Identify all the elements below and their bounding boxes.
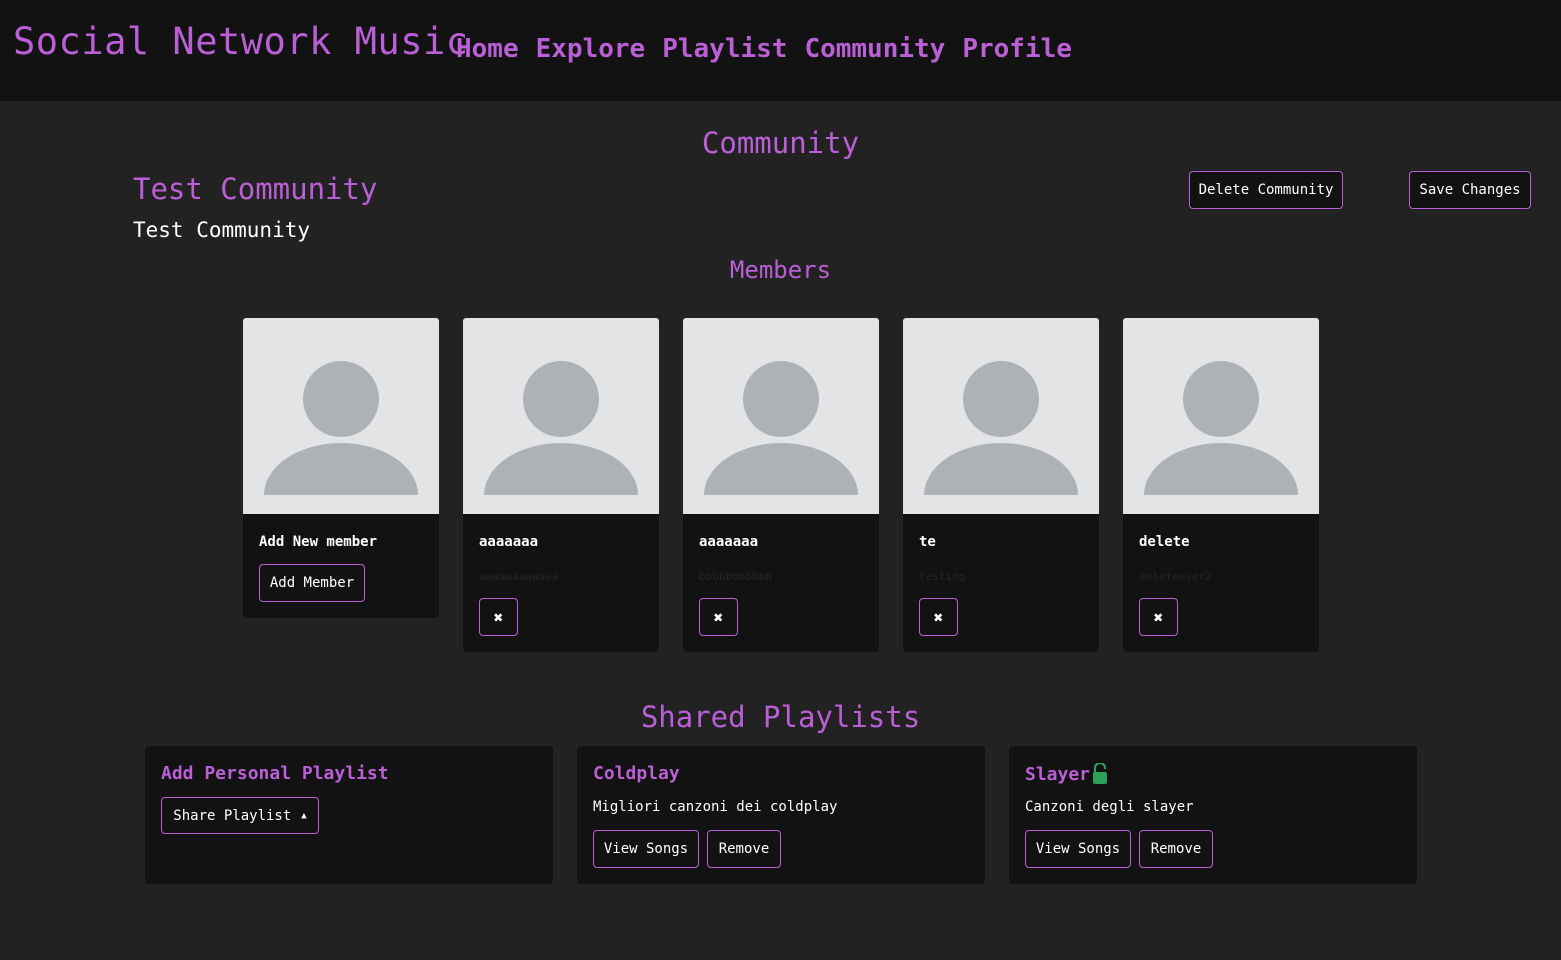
- member-name: aaaaaaa: [699, 534, 759, 550]
- close-icon: ✖: [1153, 607, 1164, 627]
- member-card: delete deleteuser2 ✖: [1123, 318, 1319, 652]
- caret-up-icon: ▲: [301, 810, 307, 821]
- shared-playlists-title: Shared Playlists: [640, 700, 921, 734]
- nav-links: Home Explore Playlist Community Profile: [456, 34, 1072, 64]
- playlist-description: Migliori canzoni dei coldplay: [593, 799, 838, 815]
- user-placeholder-icon: [484, 361, 638, 495]
- playlist-card: Coldplay Migliori canzoni dei coldplay V…: [577, 746, 985, 884]
- member-username: testing: [919, 570, 966, 583]
- remove-playlist-button[interactable]: Remove: [707, 830, 781, 868]
- user-placeholder-icon: [264, 361, 418, 495]
- playlist-card: Slayer Canzoni degli slayer View Songs R…: [1009, 746, 1417, 884]
- add-member-label: Add New member: [259, 534, 378, 550]
- member-card: aaaaaaa bbbbbbbbbbb ✖: [683, 318, 879, 652]
- avatar: [243, 318, 439, 514]
- playlist-name: Slayer: [1025, 763, 1091, 785]
- remove-member-button[interactable]: ✖: [919, 598, 958, 636]
- member-username: bbbbbbbbbbb: [699, 570, 772, 583]
- avatar: [683, 318, 879, 514]
- community-name: Test Community: [133, 172, 378, 206]
- close-icon: ✖: [933, 607, 944, 627]
- nav-link-playlist[interactable]: Playlist: [662, 34, 787, 64]
- playlist-title: Coldplay: [593, 763, 680, 784]
- user-placeholder-icon: [704, 361, 858, 495]
- member-name: te: [919, 534, 936, 550]
- close-icon: ✖: [493, 607, 504, 627]
- add-member-card: Add New member Add Member: [243, 318, 439, 618]
- member-name: delete: [1139, 534, 1190, 550]
- avatar: [1123, 318, 1319, 514]
- view-songs-button[interactable]: View Songs: [1025, 830, 1131, 868]
- remove-member-button[interactable]: ✖: [1139, 598, 1178, 636]
- nav-link-explore[interactable]: Explore: [536, 34, 646, 64]
- members-title: Members: [729, 256, 832, 284]
- share-playlist-label: Share Playlist: [173, 807, 292, 824]
- add-member-button[interactable]: Add Member: [259, 564, 365, 602]
- save-changes-button[interactable]: Save Changes: [1409, 171, 1531, 209]
- playlist-description: Canzoni degli slayer: [1025, 799, 1194, 815]
- close-icon: ✖: [713, 607, 724, 627]
- brand-title[interactable]: Social Network Music: [13, 20, 469, 63]
- playlist-name: Coldplay: [593, 763, 680, 784]
- nav-link-community[interactable]: Community: [804, 34, 945, 64]
- avatar: [463, 318, 659, 514]
- member-username: deleteuser2: [1139, 570, 1212, 583]
- nav-link-profile[interactable]: Profile: [962, 34, 1072, 64]
- view-songs-button[interactable]: View Songs: [593, 830, 699, 868]
- unlock-icon: [1093, 763, 1108, 784]
- nav-link-home[interactable]: Home: [456, 34, 519, 64]
- share-playlist-dropdown[interactable]: Share Playlist ▲: [161, 797, 319, 834]
- member-card: aaaaaaa aaaaaaaaaaaa ✖: [463, 318, 659, 652]
- user-placeholder-icon: [1144, 361, 1298, 495]
- remove-member-button[interactable]: ✖: [699, 598, 738, 636]
- playlist-title: Slayer: [1025, 763, 1108, 785]
- member-name: aaaaaaa: [479, 534, 539, 550]
- add-playlist-card: Add Personal Playlist Share Playlist ▲: [145, 746, 553, 884]
- member-card: te testing ✖: [903, 318, 1099, 652]
- page-title: Community: [701, 126, 860, 160]
- avatar: [903, 318, 1099, 514]
- remove-playlist-button[interactable]: Remove: [1139, 830, 1213, 868]
- delete-community-button[interactable]: Delete Community: [1189, 171, 1343, 209]
- navbar: Social Network Music Home Explore Playli…: [0, 0, 1561, 101]
- member-username: aaaaaaaaaaaa: [479, 570, 559, 583]
- community-description: Test Community: [133, 218, 311, 242]
- user-placeholder-icon: [924, 361, 1078, 495]
- add-playlist-title: Add Personal Playlist: [161, 763, 389, 784]
- remove-member-button[interactable]: ✖: [479, 598, 518, 636]
